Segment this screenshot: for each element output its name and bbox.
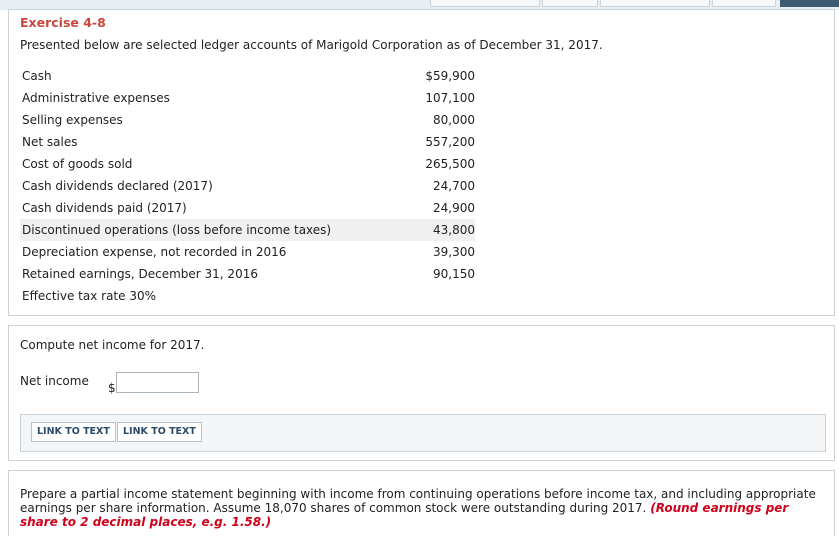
ledger-label: Administrative expenses (22, 91, 170, 105)
ledger-label: Discontinued operations (loss before inc… (22, 223, 332, 237)
ledger-row: Depreciation expense, not recorded in 20… (20, 241, 475, 263)
ledger-label: Retained earnings, December 31, 2016 (22, 267, 258, 281)
currency-symbol: $ (108, 381, 116, 395)
ledger-amount: 557,200 (425, 135, 475, 149)
exercise-panel: Exercise 4-8 Presented below are selecte… (8, 9, 835, 316)
ledger-label: Cash dividends paid (2017) (22, 201, 187, 215)
link-to-text-button[interactable]: LINK TO TEXT (31, 422, 116, 442)
ledger-label: Cost of goods sold (22, 157, 133, 171)
ledger-label: Effective tax rate 30% (22, 289, 157, 303)
ledger-row: Cash dividends declared (2017) 24,700 (20, 175, 475, 197)
ledger-amount: 265,500 (425, 157, 475, 171)
ledger-row: Administrative expenses 107,100 (20, 87, 475, 109)
ledger-label: Cash (22, 69, 52, 83)
ledger-amount: 80,000 (433, 113, 475, 127)
ledger-row: Effective tax rate 30% (20, 285, 475, 307)
net-income-question: Compute net income for 2017. (20, 338, 205, 352)
nav-tab[interactable] (712, 0, 776, 7)
ledger-amount: 24,900 (433, 201, 475, 215)
link-bar: LINK TO TEXT LINK TO TEXT (20, 414, 826, 452)
nav-tab[interactable] (430, 0, 540, 7)
ledger-row: Retained earnings, December 31, 2016 90,… (20, 263, 475, 285)
ledger-amount: $59,900 (425, 69, 475, 83)
ledger-label: Net sales (22, 135, 78, 149)
ledger-row: Cash $59,900 (20, 65, 475, 87)
ledger-table: Cash $59,900 Administrative expenses 107… (20, 65, 475, 307)
ledger-row: Net sales 557,200 (20, 131, 475, 153)
ledger-row: Cost of goods sold 265,500 (20, 153, 475, 175)
ledger-row: Discontinued operations (loss before inc… (20, 219, 475, 241)
ledger-amount: 107,100 (425, 91, 475, 105)
ledger-amount: 43,800 (433, 223, 475, 237)
income-statement-question: Prepare a partial income statement begin… (20, 487, 820, 529)
ledger-label: Selling expenses (22, 113, 123, 127)
exercise-title: Exercise 4-8 (20, 15, 106, 30)
ledger-row: Cash dividends paid (2017) 24,900 (20, 197, 475, 219)
net-income-input[interactable] (116, 372, 199, 393)
net-income-panel: Compute net income for 2017. Net income … (8, 325, 835, 461)
net-income-label: Net income (20, 374, 89, 388)
exercise-intro: Presented below are selected ledger acco… (20, 38, 603, 52)
nav-tab[interactable] (542, 0, 598, 7)
nav-tab-active[interactable] (780, 0, 839, 7)
income-statement-panel: Prepare a partial income statement begin… (8, 470, 835, 536)
ledger-label: Depreciation expense, not recorded in 20… (22, 245, 287, 259)
ledger-amount: 39,300 (433, 245, 475, 259)
ledger-label: Cash dividends declared (2017) (22, 179, 213, 193)
ledger-row: Selling expenses 80,000 (20, 109, 475, 131)
ledger-amount: 24,700 (433, 179, 475, 193)
ledger-amount: 90,150 (433, 267, 475, 281)
nav-tab[interactable] (600, 0, 710, 7)
link-to-text-button[interactable]: LINK TO TEXT (117, 422, 202, 442)
